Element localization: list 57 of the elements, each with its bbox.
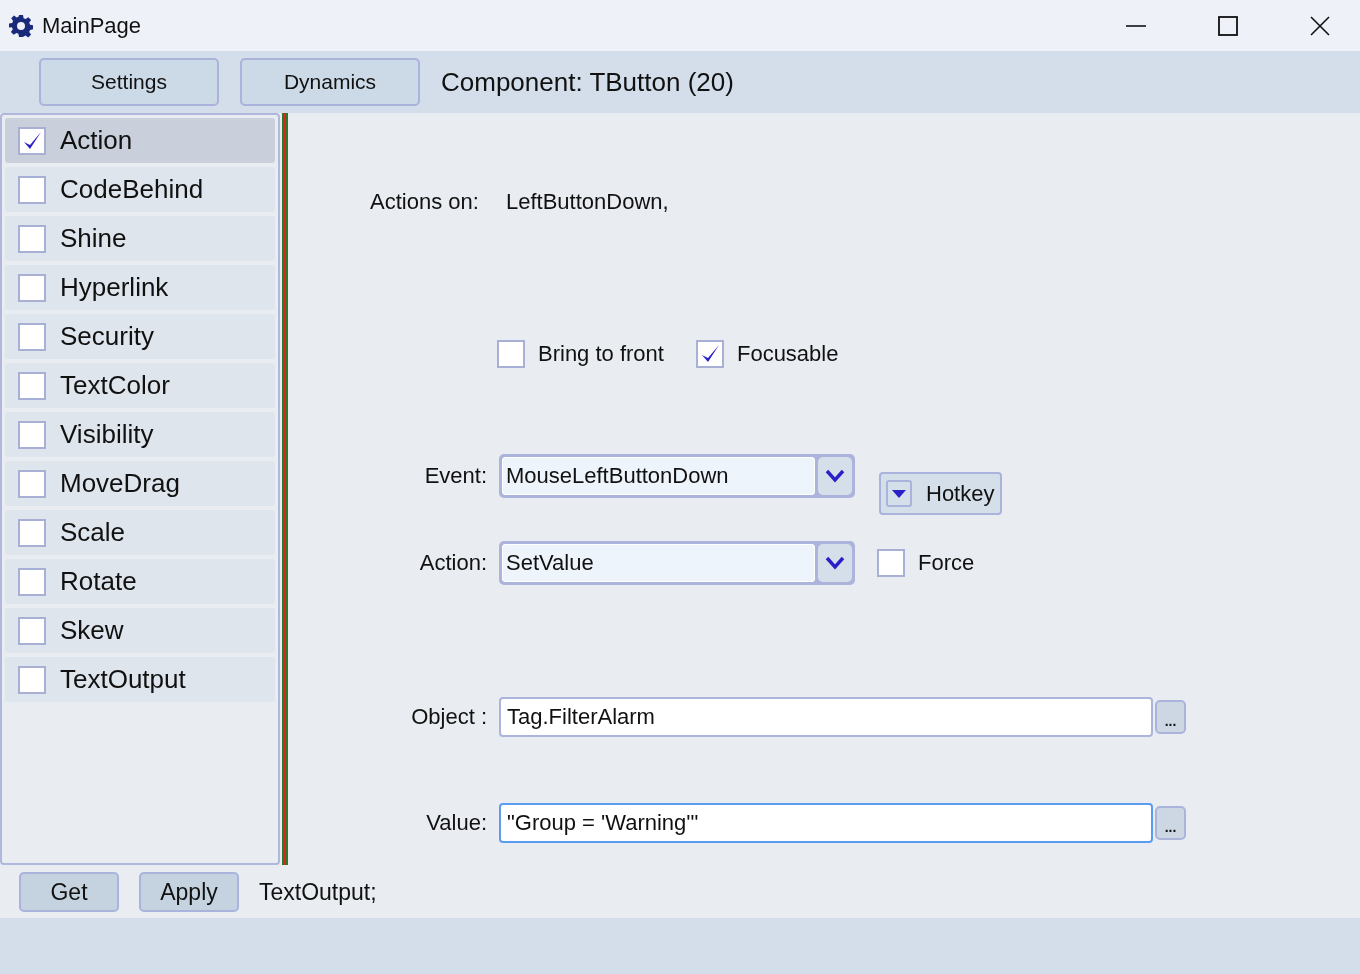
dynamics-item[interactable]: MoveDrag	[5, 461, 275, 506]
event-dropdown[interactable]: MouseLeftButtonDown	[499, 453, 855, 498]
dynamics-item[interactable]: Security	[5, 314, 275, 359]
actions-on-label: Actions on:	[369, 189, 480, 215]
checkbox[interactable]	[18, 371, 46, 400]
dynamics-item[interactable]: Visibility	[5, 412, 275, 457]
triangle-down-icon	[892, 489, 906, 498]
dynamics-item[interactable]: Shine	[5, 216, 275, 261]
event-label: Event:	[423, 462, 487, 489]
chevron-down-icon	[825, 468, 845, 483]
dynamics-item[interactable]: TextColor	[5, 363, 275, 408]
action-label: Action:	[418, 550, 487, 576]
checkbox[interactable]	[18, 567, 46, 596]
checkbox[interactable]	[18, 175, 46, 204]
field-label: Value:	[425, 810, 487, 836]
dynamics-item[interactable]: Action	[5, 118, 275, 163]
dynamics-item[interactable]: CodeBehind	[5, 167, 275, 212]
chevron-down-icon	[825, 556, 845, 570]
gear-icon	[9, 13, 33, 38]
checkbox[interactable]	[18, 665, 46, 694]
close-icon[interactable]	[1310, 15, 1330, 36]
field-label: Object :	[410, 704, 487, 730]
text-field[interactable]: "Group = 'Warning'"	[499, 803, 1153, 843]
checkbox[interactable]	[18, 273, 46, 302]
splitter-bar[interactable]	[282, 113, 288, 865]
toolbar-button[interactable]: Dynamics	[240, 58, 420, 106]
hotkey-button[interactable]: Hotkey	[879, 472, 1003, 515]
component-title: Component: TButton (20)	[441, 66, 734, 98]
browse-button[interactable]: ...	[1155, 700, 1186, 734]
maximize-icon[interactable]	[1218, 15, 1238, 36]
checkbox[interactable]	[18, 616, 46, 645]
checkbox[interactable]	[497, 340, 525, 368]
action-dropdown[interactable]: SetValue	[499, 541, 855, 585]
option-label: Bring to front	[538, 341, 664, 367]
dynamics-item[interactable]: Hyperlink	[5, 265, 275, 310]
footer-button[interactable]: Apply	[139, 872, 239, 912]
checkbox[interactable]	[18, 126, 46, 155]
checkbox[interactable]	[18, 224, 46, 253]
dynamics-item[interactable]: Rotate	[5, 559, 275, 604]
dynamics-item[interactable]: TextOutput	[5, 657, 275, 702]
actions-on-value: LeftButtonDown,	[506, 189, 669, 215]
status-text: TextOutput;	[259, 878, 377, 906]
dynamics-item[interactable]: Skew	[5, 608, 275, 653]
checkbox[interactable]	[18, 518, 46, 547]
dynamics-item[interactable]: Scale	[5, 510, 275, 555]
force-label: Force	[918, 550, 975, 576]
checkbox[interactable]	[877, 549, 905, 577]
checkbox[interactable]	[18, 469, 46, 498]
checkbox[interactable]	[18, 420, 46, 449]
checkbox[interactable]	[695, 340, 724, 368]
checkbox[interactable]	[18, 322, 46, 351]
footer-button[interactable]: Get	[19, 872, 119, 912]
option-label: Focusable	[736, 341, 839, 367]
browse-button[interactable]: ...	[1155, 806, 1186, 840]
window-title: MainPage	[42, 12, 142, 39]
text-field[interactable]: Tag.FilterAlarm	[499, 697, 1153, 737]
toolbar-button[interactable]: Settings	[39, 58, 219, 106]
